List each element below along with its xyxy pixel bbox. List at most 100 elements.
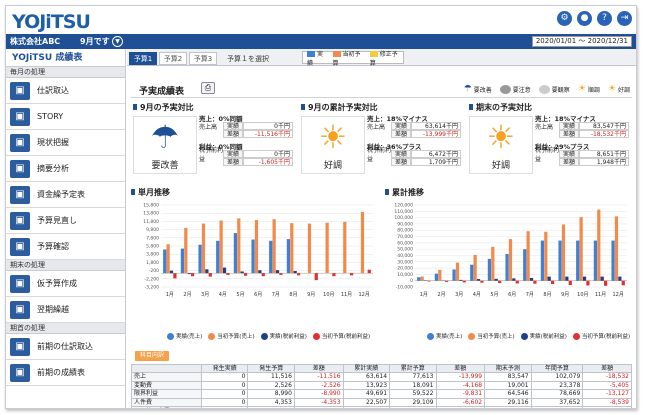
bar: [618, 276, 622, 281]
sidebar-section: 期首の処理: [6, 323, 125, 334]
header-icons: ⚙ ● ? ⇥: [557, 11, 632, 26]
column-header: 差額: [582, 364, 632, 373]
table-cell: 2,526: [247, 380, 295, 391]
table-cell: -6,602: [435, 397, 486, 408]
umbrella-icon: ☂: [150, 118, 180, 156]
column-header: 累計実績: [342, 364, 391, 373]
sidebar-item-label: 資金繰予定表: [37, 190, 85, 199]
weather-label: 要改善: [151, 161, 179, 171]
sun-icon: ☀: [607, 84, 616, 94]
table-cell: 34,196: [530, 406, 584, 408]
bar: [452, 269, 456, 281]
column-header: 累計予算: [389, 364, 437, 373]
summary-panel: 9月の予実対比 ☂ 要改善 売上： 0%同額 売上高 実績 0千円 差額 -11,516千円 利益：…: [133, 102, 293, 178]
x-tick-label: 8月: [543, 292, 551, 298]
table-cell: -8,990: [293, 389, 344, 399]
print-icon[interactable]: ⎙: [201, 82, 215, 94]
bar: [600, 276, 604, 281]
bar: [208, 273, 212, 277]
bar: [470, 264, 474, 281]
x-tick-label: 9月: [561, 292, 569, 298]
bar: [582, 276, 587, 281]
weather-box: ☀ 好調: [469, 116, 533, 174]
chevron-down-icon[interactable]: ▼: [112, 36, 123, 47]
x-tick-label: 10月: [323, 292, 334, 298]
bar: [293, 271, 297, 274]
user-icon[interactable]: ●: [577, 11, 592, 26]
bar: [576, 240, 580, 281]
bar: [222, 267, 227, 274]
table-cell: -4,353: [293, 397, 344, 408]
sidebar-item-label: 現状把握: [37, 138, 69, 147]
sidebar-item[interactable]: ▣ STORY: [6, 104, 125, 130]
bar: [533, 280, 537, 284]
bar: [286, 239, 291, 274]
y-tick-label: 11,800: [143, 219, 159, 225]
bar: [427, 280, 431, 282]
sidebar-item[interactable]: ▣ 前期の成績表: [6, 360, 125, 386]
legend-swatch: [427, 333, 434, 340]
y-tick-label: 9,800: [146, 227, 159, 233]
tab-budget-3[interactable]: 予算3: [189, 52, 217, 65]
bar: [184, 227, 188, 274]
legend-swatch: [167, 333, 174, 340]
logout-icon[interactable]: ⇥: [617, 11, 632, 26]
table-cell: 0: [200, 389, 249, 399]
current-month: 9月です: [80, 37, 110, 46]
y-tick-label: 70,000: [397, 234, 413, 240]
cumulative-chart-title: 累計推移: [385, 187, 424, 198]
sun-icon: ☀: [318, 118, 348, 156]
sidebar-item[interactable]: ▣ 資金繰予定表: [6, 182, 125, 208]
sidebar-item[interactable]: ▣ 予算見直し: [6, 208, 125, 234]
weather-box: ☀ 好調: [301, 116, 365, 174]
y-tick-label: 80,000: [397, 228, 413, 234]
table-cell: 13,923: [342, 380, 391, 391]
y-tick-label: 50,000: [397, 247, 413, 253]
gear-icon[interactable]: ⚙: [557, 11, 572, 26]
bar: [240, 271, 244, 274]
fiscal-period[interactable]: 2020/01/01 〜 2020/12/31: [531, 36, 632, 47]
bar: [476, 279, 481, 281]
bar: [190, 273, 195, 277]
company-bar: 株式会社ABC 9月です ▼ 2020/01/01 〜 2020/12/31: [6, 34, 636, 49]
sidebar-item[interactable]: ▣ 仕訳取込: [6, 78, 125, 104]
bar: [296, 273, 301, 276]
table-cell: 77,613: [389, 372, 437, 382]
row-label: 売上: [131, 372, 202, 382]
bar: [497, 280, 502, 284]
kamoku-button[interactable]: 科目内訳: [135, 351, 169, 361]
sidebar-item[interactable]: ▣ 予算確認: [6, 234, 125, 260]
sidebar-item[interactable]: ▣ 前期の仕訳取込: [6, 334, 125, 360]
help-icon[interactable]: ?: [597, 11, 612, 26]
y-tick-label: 100,000: [394, 215, 413, 221]
table-cell: -11,516: [293, 372, 344, 382]
sidebar-item-label: 摘要分析: [37, 164, 69, 173]
y-tick-label: -200: [149, 268, 159, 274]
sidebar-item[interactable]: ▣ 翌期繰越: [6, 297, 125, 323]
bar: [515, 280, 519, 284]
summary-table: 発生実績 発生予算 差額 累計実績 累計予算 差額 期末予測 年間予算 差額 売上 0 11,516…: [131, 364, 632, 408]
bar: [544, 231, 548, 281]
sidebar-item[interactable]: ▣ 仮予算作成: [6, 271, 125, 297]
x-tick-label: 6月: [508, 292, 516, 298]
x-tick-label: 9月: [307, 292, 315, 298]
table-cell: 18,091: [389, 380, 437, 391]
bar: [272, 219, 276, 274]
sidebar-item-label: 仮予算作成: [37, 279, 77, 288]
budget-legend: 実績 当初予算 修正予算: [302, 51, 404, 67]
column-header: 年間予算: [530, 364, 584, 373]
table-cell: 78,669: [530, 389, 584, 399]
sidebar-item[interactable]: ▣ 現状把握: [6, 130, 125, 156]
legend-item: 実績(税前利益): [520, 332, 567, 340]
search-icon: ▣: [10, 211, 30, 230]
tab-budget-2[interactable]: 予算2: [159, 52, 187, 65]
sidebar-item[interactable]: ▣ 摘要分析: [6, 156, 125, 182]
table-cell: 23,378: [530, 380, 584, 391]
bar: [290, 223, 294, 274]
column-header: 差額: [293, 364, 344, 373]
monthly-chart: 15,800 13,800 11,800 9,800 7,800 5,800 3,800 1,…: [143, 203, 373, 298]
cloud-upload-icon: ▣: [10, 337, 30, 356]
y-tick-label: 3,800: [146, 252, 159, 258]
tab-budget-1[interactable]: 予算1: [129, 52, 157, 65]
bar: [512, 278, 516, 281]
